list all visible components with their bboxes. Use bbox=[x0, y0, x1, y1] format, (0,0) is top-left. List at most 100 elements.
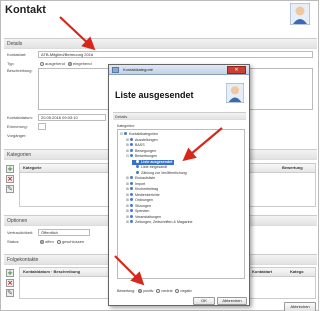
cancel-button[interactable]: Abbrechen bbox=[217, 297, 247, 305]
add-kategorie-button[interactable]: + bbox=[6, 165, 14, 173]
dialog-heading: Liste ausgesendet bbox=[115, 90, 194, 100]
tree-node[interactable]: ⊞ Veranstaltungen bbox=[126, 214, 163, 220]
status-radio-group[interactable]: offen geschlossen bbox=[38, 239, 84, 244]
erinnerung-checkbox[interactable] bbox=[38, 123, 46, 130]
category-icon bbox=[130, 198, 133, 201]
category-icon bbox=[130, 192, 133, 196]
tree-node[interactable]: ⊞ Spenden bbox=[126, 209, 151, 214]
vertraulichkeit-value: Öffentlich bbox=[41, 230, 58, 235]
erinnerung-label: Erinnerung: bbox=[7, 124, 28, 129]
kontaktart-select[interactable]: ATB-Mitglied/Betreuung 2016 bbox=[38, 51, 313, 58]
page-title: Kontakt bbox=[5, 4, 46, 16]
tree-node-label: Medienberichte bbox=[135, 192, 160, 197]
col-kategorie[interactable]: Kategorie bbox=[23, 165, 41, 170]
edit-kategorie-button[interactable]: ✎ bbox=[6, 185, 14, 193]
beschreibung-label: Beschreibung: bbox=[7, 68, 33, 73]
status-offen-radio[interactable] bbox=[40, 239, 44, 244]
edit-folgekontakt-button[interactable]: ✎ bbox=[6, 289, 14, 297]
kontaktdatum-field[interactable]: 20.05.2016 09:03:10 bbox=[38, 114, 106, 121]
col-kontaktart[interactable]: Kontaktart bbox=[252, 268, 272, 276]
tree-node[interactable]: ⊞ Sitzungen bbox=[126, 203, 153, 209]
tree-node-label: Zeitungen, Zeitschriften & Magazine bbox=[135, 220, 193, 225]
plus-icon: + bbox=[7, 165, 13, 173]
window-icon bbox=[112, 67, 119, 73]
delete-folgekontakt-button[interactable]: × bbox=[6, 279, 14, 287]
dialog-title: Kontaktkategorie bbox=[123, 67, 154, 72]
tree-node-label: Bewegungen bbox=[135, 148, 156, 153]
tree-node-label: Liste ausgesendet bbox=[141, 159, 173, 164]
kontaktdatum-label: Kontaktdatum: bbox=[7, 115, 33, 120]
tree-node[interactable]: ⊞ BASS bbox=[126, 143, 147, 148]
tree-node[interactable]: ⊞ Einkaufsliste bbox=[126, 176, 157, 181]
status-geschlossen-radio[interactable] bbox=[56, 239, 61, 244]
category-icon bbox=[136, 159, 139, 163]
kontaktart-value: ATB-Mitglied/Betreuung 2016 bbox=[41, 52, 94, 57]
typ-ausgehend-radio[interactable] bbox=[40, 61, 44, 66]
tree-node[interactable]: ⊞ Zeitungen, Zeitschriften & Magazine bbox=[126, 220, 195, 225]
bewertung-positiv-radio[interactable] bbox=[138, 288, 143, 293]
tree-node-label: BASS bbox=[135, 143, 145, 148]
category-icon bbox=[130, 154, 133, 157]
edit-icon: ✎ bbox=[7, 289, 13, 297]
edit-icon: ✎ bbox=[7, 185, 13, 193]
delete-kategorie-button[interactable]: × bbox=[6, 175, 14, 183]
col-kategorie[interactable]: Katego bbox=[290, 268, 304, 276]
category-icon bbox=[130, 181, 133, 185]
category-icon bbox=[130, 176, 133, 179]
tree-node[interactable]: ⊞ Ordnungen bbox=[126, 198, 155, 203]
user-avatar-icon bbox=[226, 83, 244, 103]
category-icon bbox=[130, 187, 133, 190]
typ-ausgehend-label: ausgehend bbox=[45, 61, 65, 66]
ok-button[interactable]: OK bbox=[193, 297, 215, 305]
delete-icon: × bbox=[7, 175, 13, 183]
bewertung-neutral-radio[interactable] bbox=[156, 288, 161, 293]
tree-node-label: Kontaktkategorien bbox=[129, 132, 158, 137]
tree-node[interactable]: ⊟ Kontaktkategorien bbox=[120, 132, 160, 137]
col-beschreibung[interactable]: Beschreibung bbox=[53, 269, 80, 274]
tree-node-label: Zählung zur Veröffentlichung bbox=[141, 170, 187, 175]
tree-node[interactable]: ⊟ Bewerbungen bbox=[126, 154, 159, 159]
tree-node-label: Spenden bbox=[135, 209, 150, 214]
col-bewertung[interactable]: Bewertung bbox=[282, 164, 303, 172]
plus-icon: + bbox=[7, 269, 13, 277]
user-avatar-icon bbox=[290, 3, 310, 25]
tree-node-label: Import bbox=[135, 181, 146, 186]
status-label: Status: bbox=[7, 239, 20, 244]
tree-node[interactable]: ⊞ Import bbox=[126, 181, 147, 187]
tree-node[interactable]: Liste eingesandt bbox=[132, 165, 169, 170]
category-icon bbox=[136, 165, 139, 168]
tree-node[interactable]: ⊞ Ausstellungen bbox=[126, 137, 160, 143]
kontaktart-label: Kontaktart: bbox=[7, 52, 27, 57]
category-icon bbox=[130, 203, 133, 207]
col-kontaktdatum[interactable]: Kontaktdatum bbox=[23, 269, 50, 274]
kategorie-tree: ⊟ Kontaktkategorien ⊞ Ausstellungen ⊞ BASS ⊞ Be… bbox=[117, 129, 245, 279]
add-folgekontakt-button[interactable]: + bbox=[6, 269, 14, 277]
tree-node[interactable]: Zählung zur Veröffentlichung bbox=[132, 170, 189, 176]
dialog-kategorien-label: Kategorien: bbox=[117, 124, 135, 128]
typ-eingehend-radio[interactable] bbox=[67, 61, 72, 66]
tree-node[interactable]: Liste ausgesendet bbox=[132, 159, 175, 165]
bewertung-negativ-radio[interactable] bbox=[175, 288, 180, 293]
bewertung-neutral-label: neutral bbox=[161, 289, 173, 293]
bewertung-label: Bewertung: bbox=[117, 289, 136, 293]
tree-node[interactable]: ⊞ Kirchenbeitrag bbox=[126, 187, 160, 192]
vertraulichkeit-select[interactable]: Öffentlich bbox=[38, 229, 90, 236]
category-icon bbox=[130, 148, 133, 152]
dialog-titlebar[interactable]: Kontaktkategorie ✕ bbox=[109, 65, 249, 75]
abbrechen-button-bg[interactable]: Abbrechen bbox=[284, 302, 316, 311]
tree-node-label: Liste eingesandt bbox=[141, 165, 168, 170]
close-button[interactable]: ✕ bbox=[227, 66, 246, 74]
category-icon bbox=[130, 220, 133, 223]
kontaktdatum-value: 20.05.2016 09:03:10 bbox=[41, 115, 78, 120]
tree-node[interactable]: ⊞ Medienberichte bbox=[126, 192, 162, 198]
typ-eingehend-label: eingehend bbox=[72, 61, 92, 66]
tree-node-label: Sitzungen bbox=[135, 203, 151, 208]
bewertung-group: Bewertung: positiv neutral negativ bbox=[117, 288, 245, 295]
typ-radio-group[interactable]: ausgehend eingehend bbox=[38, 61, 92, 66]
bewertung-positiv-label: positiv bbox=[143, 289, 154, 293]
tree-node[interactable]: ⊞ Bewegungen bbox=[126, 148, 158, 154]
typ-label: Typ: bbox=[7, 61, 15, 66]
category-icon bbox=[130, 209, 133, 212]
tree-node-label: Kirchenbeitrag bbox=[135, 187, 159, 192]
details-section-header: Details bbox=[4, 38, 317, 49]
